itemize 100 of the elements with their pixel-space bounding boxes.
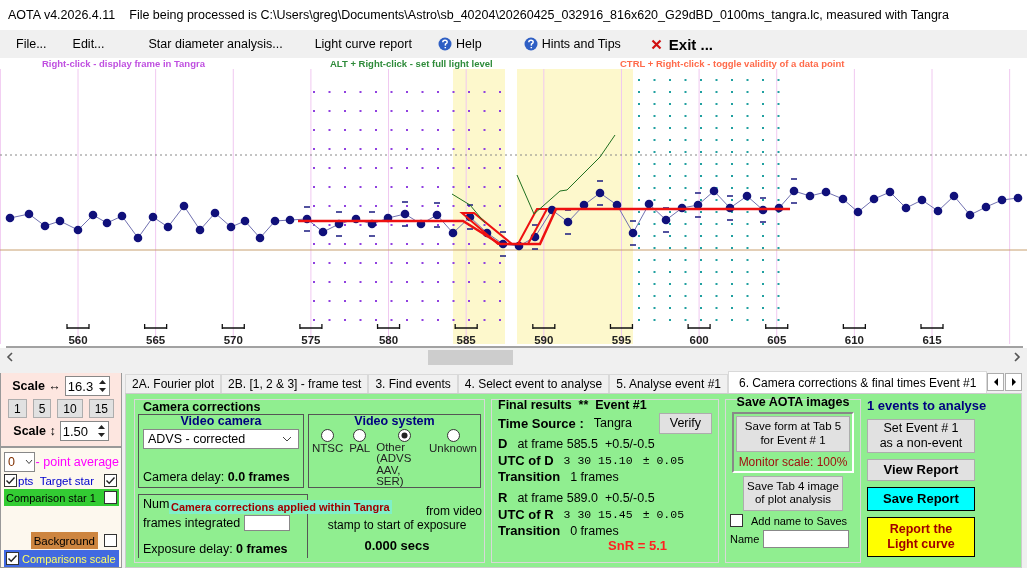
field-label: Time Source : — [498, 415, 584, 431]
group-title: Final results ** Event #1 — [498, 398, 648, 412]
utc-time: 3 30 15.45 — [563, 507, 633, 521]
field-value: Tangra — [593, 416, 632, 430]
window-title: File being processed is C:\Users\greg\Documents\Astro\sb_40204\20260425_032916_816x620_G29dBD_0100ms_tangra.lc, measured with Tangra — [129, 8, 949, 22]
frames-label: frames integrated — [143, 516, 241, 530]
option-label: Comparisons scale — [22, 552, 117, 565]
menu-item[interactable]: Edit... — [72, 37, 121, 51]
action-button[interactable]: Set Event # 1 as a non-event — [867, 419, 975, 453]
tab[interactable]: 6. Camera corrections & final times Event #1 — [728, 371, 988, 393]
axis-label: 595 — [611, 334, 632, 346]
scale-label: Scale ↔ — [12, 379, 61, 393]
checkbox[interactable] — [730, 514, 743, 528]
radio-button[interactable] — [353, 428, 367, 442]
monitor-scale: Monitor scale: 100% — [738, 454, 848, 469]
checkbox[interactable] — [6, 552, 19, 565]
option-label: pts — [18, 474, 34, 487]
checkbox[interactable] — [104, 474, 117, 487]
scale-button[interactable]: 5 — [32, 399, 52, 418]
axis-label: 615 — [922, 334, 942, 346]
radio-label: NTSC — [312, 441, 344, 455]
tab-scroll-right-icon[interactable] — [1009, 376, 1018, 388]
field-label: Name — [730, 533, 760, 546]
tick-mark — [376, 323, 401, 330]
scale-input[interactable]: 1.50 — [59, 421, 109, 441]
help-icon — [523, 37, 538, 51]
scroll-left-icon[interactable] — [6, 352, 14, 362]
action-button[interactable]: View Report — [867, 459, 975, 481]
scale-button[interactable]: 10 — [57, 399, 83, 418]
tick-mark — [842, 323, 866, 330]
scale-button[interactable]: 15 — [88, 399, 115, 418]
menu-item[interactable]: Exit ... — [650, 35, 730, 53]
action-button[interactable]: Report the Light curve — [867, 517, 975, 557]
camera-dropdown[interactable]: ADVS - corrected — [143, 428, 299, 449]
tick-mark — [609, 323, 634, 330]
tab[interactable]: 5. Analyse event #1 — [609, 374, 728, 393]
exposure-delay: Exposure delay: 0 frames — [143, 542, 289, 556]
tick-mark — [920, 323, 944, 330]
menu-item[interactable]: Light curve report — [314, 37, 428, 51]
section-title: Video system — [354, 415, 435, 429]
series-label[interactable]: Background — [30, 532, 98, 549]
field-value: 1 frames — [570, 469, 619, 484]
radio-label: Unknown — [429, 441, 477, 455]
group-title: Save AOTA images — [736, 395, 850, 409]
menu-item[interactable]: Star diameter analysis... — [148, 37, 299, 51]
utc-time: 3 30 15.10 — [563, 453, 633, 467]
checkbox[interactable] — [104, 491, 117, 504]
frames-input[interactable] — [244, 515, 291, 531]
radio-button[interactable] — [321, 428, 335, 442]
menu-item[interactable]: File... — [16, 37, 63, 51]
menu-item[interactable]: Hints and Tips — [523, 37, 637, 51]
axis-label: 585 — [456, 334, 476, 346]
name-input[interactable] — [763, 530, 850, 549]
tick-mark — [532, 323, 556, 330]
action-button[interactable]: Save Report — [867, 487, 975, 511]
tab[interactable]: 4. Select event to analyse — [457, 374, 610, 393]
tab[interactable]: 2A. Fourier plot — [125, 374, 222, 393]
horizontal-scrollbar[interactable] — [0, 348, 1027, 367]
radio-button[interactable] — [398, 428, 412, 442]
menu-item[interactable]: Help — [437, 37, 498, 51]
tab[interactable]: 2B. [1, 2 & 3] - frame test — [221, 374, 369, 393]
exposure-note: from video — [425, 504, 482, 518]
field-label: UTC of R — [498, 506, 554, 522]
option-label: Target star — [39, 474, 94, 487]
help-icon — [437, 37, 452, 51]
axis-label: 600 — [689, 334, 709, 346]
radio-label: PAL — [349, 441, 371, 455]
utc-error: ± 0.05 — [642, 507, 685, 521]
axis-label: 560 — [68, 334, 88, 346]
scroll-right-icon[interactable] — [1013, 352, 1021, 362]
checkbox[interactable] — [4, 474, 17, 487]
radio-button[interactable] — [446, 428, 460, 442]
series-row[interactable]: Comparisons scale — [4, 550, 119, 567]
event-letter: D — [498, 436, 508, 451]
axis-label: 605 — [767, 334, 787, 346]
field-label: Transition — [498, 523, 561, 538]
save-form-button[interactable]: Save form at Tab 5 for Event # 1 — [736, 416, 850, 452]
scale-button[interactable]: 1 — [7, 399, 27, 418]
tick-mark — [221, 323, 245, 330]
option-label: Comparison star 1 — [6, 491, 96, 504]
field-value: 0 frames — [570, 523, 619, 538]
scale-input[interactable]: 16.3 — [64, 376, 110, 396]
tab[interactable]: 3. Find events — [368, 374, 458, 393]
event-frame: at frame 589.0 +0.5/-0.5 — [517, 490, 655, 505]
axis-label: 580 — [378, 334, 399, 346]
group-title: Camera corrections — [143, 400, 262, 414]
scroll-thumb[interactable] — [428, 350, 513, 365]
average-label: - point average — [35, 455, 119, 469]
hint-text: CTRL + Right-click - toggle validity of a data point — [620, 58, 845, 69]
frames-label: Num — [143, 497, 170, 511]
chevron-icon — [282, 435, 292, 442]
scale-label: Scale ↕ — [13, 424, 56, 438]
close-icon — [650, 38, 662, 50]
checkbox[interactable] — [104, 534, 117, 547]
series-row[interactable]: Comparison star 1 — [4, 489, 119, 506]
axis-label: 575 — [301, 334, 321, 346]
event-frame: at frame 585.5 +0.5/-0.5 — [517, 436, 655, 451]
save-image-button[interactable]: Save Tab 4 image of plot analysis — [743, 475, 843, 512]
average-dropdown[interactable]: 0 — [4, 452, 35, 472]
verify-button[interactable]: Verify — [658, 412, 712, 434]
